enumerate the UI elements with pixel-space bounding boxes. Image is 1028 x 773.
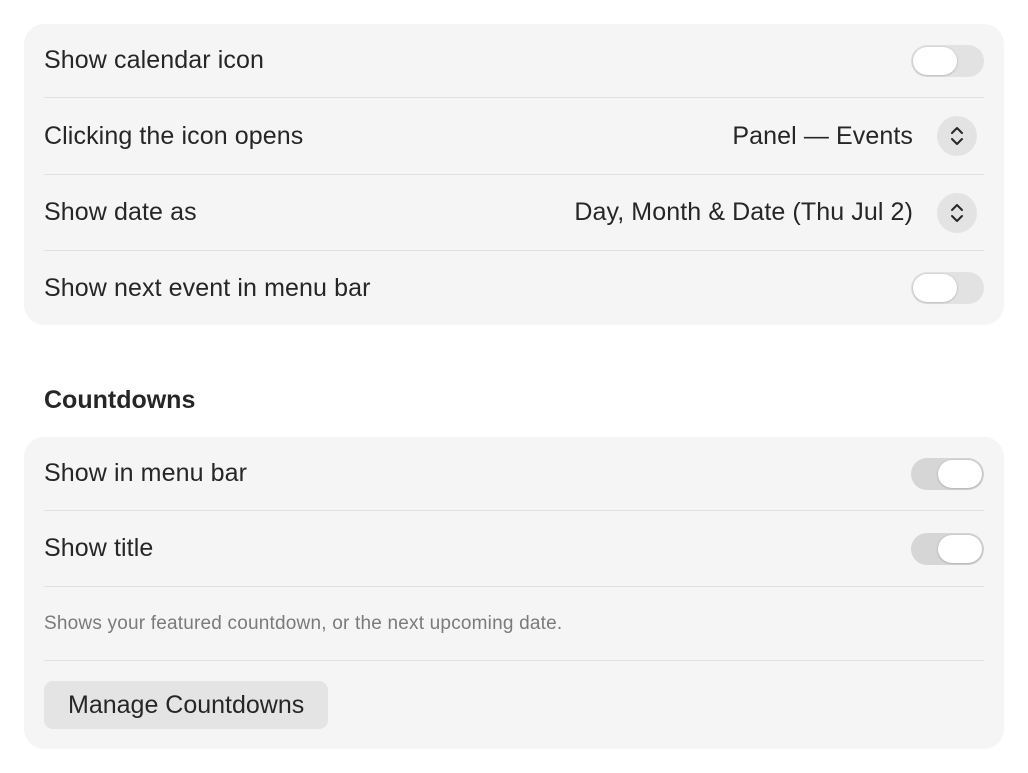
show-calendar-icon-row: Show calendar icon — [44, 24, 984, 98]
manage-countdowns-button[interactable]: Manage Countdowns — [44, 681, 329, 729]
show-date-as-value: Day, Month & Date (Thu Jul 2) — [574, 198, 913, 226]
toggle-knob — [938, 534, 982, 563]
chevron-up-down-icon[interactable] — [937, 116, 977, 156]
toggle-knob — [913, 274, 957, 302]
chevron-up-down-icon[interactable] — [937, 192, 977, 233]
show-in-menu-bar-label: Show in menu bar — [44, 459, 248, 487]
toggle-knob — [938, 459, 982, 488]
clicking-icon-opens-row: Clicking the icon opens Panel — Events — [44, 98, 984, 175]
show-title-row: Show title — [44, 511, 984, 587]
menu-bar-settings-group: Show calendar icon Clicking the icon ope… — [24, 24, 1004, 325]
show-next-event-toggle[interactable] — [911, 272, 984, 304]
show-next-event-label: Show next event in menu bar — [44, 273, 371, 302]
show-calendar-icon-label: Show calendar icon — [44, 46, 264, 74]
show-title-label: Show title — [44, 534, 154, 562]
manage-countdowns-row: Manage Countdowns — [44, 661, 984, 749]
countdowns-section-title: Countdowns — [44, 386, 196, 414]
show-date-as-label: Show date as — [44, 198, 197, 226]
countdowns-caption: Shows your featured countdown, or the ne… — [44, 587, 984, 661]
show-date-as-popup[interactable]: Day, Month & Date (Thu Jul 2) — [574, 192, 984, 233]
show-title-toggle[interactable] — [911, 532, 984, 565]
clicking-icon-opens-popup[interactable]: Panel — Events — [732, 116, 984, 156]
show-next-event-row: Show next event in menu bar — [44, 251, 984, 325]
clicking-icon-opens-value: Panel — Events — [732, 121, 913, 150]
show-in-menu-bar-row: Show in menu bar — [44, 437, 984, 511]
toggle-knob — [913, 46, 957, 75]
clicking-icon-opens-label: Clicking the icon opens — [44, 121, 304, 150]
show-date-as-row: Show date as Day, Month & Date (Thu Jul … — [44, 175, 984, 251]
show-in-menu-bar-toggle[interactable] — [911, 457, 984, 490]
show-calendar-icon-toggle[interactable] — [911, 44, 984, 77]
countdowns-settings-group: Show in menu bar Show title Shows your f… — [24, 437, 1004, 749]
